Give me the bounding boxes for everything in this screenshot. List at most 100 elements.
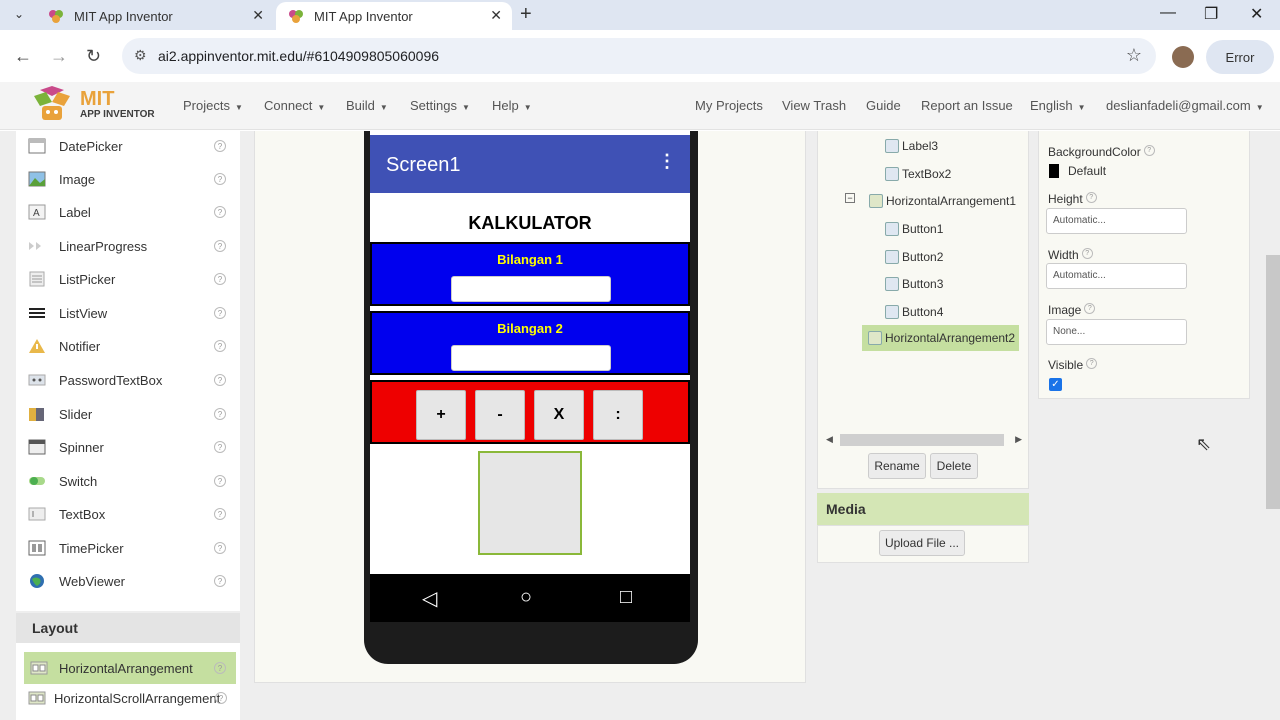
language-menu[interactable]: English ▼ [1030, 98, 1086, 113]
bilangan-1-textbox[interactable] [451, 276, 611, 302]
palette-item-listview[interactable]: ListView ? [16, 298, 240, 328]
palette-item-datepicker[interactable]: DatePicker ? [16, 131, 240, 161]
profile-avatar[interactable] [1172, 46, 1194, 68]
bookmark-star-icon[interactable]: ☆ [1126, 45, 1142, 66]
overflow-menu-icon[interactable]: ⋮ [658, 151, 676, 172]
divide-button[interactable]: : [593, 390, 643, 440]
scroll-right-icon[interactable]: ▶ [1015, 434, 1022, 445]
reload-icon[interactable]: ↻ [86, 46, 101, 67]
restore-icon[interactable]: ❐ [1204, 4, 1218, 24]
rename-button[interactable]: Rename [868, 453, 926, 479]
menu-projects[interactable]: Projects ▼ [183, 98, 243, 113]
palette-item-spinner[interactable]: Spinner ? [16, 432, 240, 462]
tree-node-textbox2[interactable]: TextBox2 [885, 163, 955, 185]
help-icon[interactable]: ? [214, 662, 226, 674]
help-icon[interactable]: ? [214, 240, 226, 252]
menu-build[interactable]: Build ▼ [346, 98, 388, 113]
scroll-left-icon[interactable]: ◀ [826, 434, 833, 445]
tree-node-button1[interactable]: Button1 [885, 218, 947, 240]
visible-checkbox[interactable]: ✓ [1049, 378, 1062, 391]
palette-item-label[interactable]: A Label ? [16, 197, 240, 227]
help-icon[interactable]: ? [214, 508, 226, 520]
account-menu[interactable]: deslianfadeli@gmail.com ▼ [1106, 98, 1264, 113]
address-bar[interactable]: ⚙ ai2.appinventor.mit.edu/#6104909805060… [122, 38, 1156, 74]
height-field[interactable]: Automatic... [1046, 208, 1187, 234]
link-guide[interactable]: Guide [866, 98, 901, 113]
tree-node-label3[interactable]: Label3 [885, 135, 942, 157]
page-vertical-scrollbar[interactable] [1266, 255, 1280, 509]
menu-help[interactable]: Help ▼ [492, 98, 532, 113]
help-icon[interactable]: ? [214, 273, 226, 285]
help-icon[interactable]: ? [1086, 358, 1098, 369]
plus-button[interactable]: + [416, 390, 466, 440]
help-icon[interactable]: ? [214, 441, 226, 453]
close-window-icon[interactable]: ✕ [1250, 4, 1263, 24]
error-button[interactable]: Error [1206, 40, 1274, 74]
help-icon[interactable]: ? [214, 475, 226, 487]
link-my-projects[interactable]: My Projects [695, 98, 763, 113]
heading-label[interactable]: KALKULATOR [370, 213, 690, 234]
help-icon[interactable]: ? [1085, 192, 1097, 203]
tab-search-button[interactable]: ⌄ [6, 3, 32, 25]
layout-category-header[interactable]: Layout [16, 613, 240, 643]
tree-node-button4[interactable]: Button4 [885, 301, 947, 323]
help-icon[interactable]: ? [214, 206, 226, 218]
collapse-icon[interactable]: − [845, 193, 855, 203]
palette-item-switch[interactable]: Switch ? [16, 466, 240, 496]
palette-item-textbox[interactable]: TextBox ? [16, 499, 240, 529]
image-field[interactable]: None... [1046, 319, 1187, 345]
palette-item-timepicker[interactable]: TimePicker ? [16, 533, 240, 563]
property-backgroundcolor-value[interactable]: Default [1068, 164, 1106, 178]
forward-icon[interactable]: → [50, 46, 68, 67]
help-icon[interactable]: ? [214, 374, 226, 386]
palette-item-listpicker[interactable]: ListPicker ? [16, 264, 240, 294]
new-tab-icon[interactable]: + [520, 3, 532, 26]
link-report-issue[interactable]: Report an Issue [921, 98, 1013, 113]
browser-tab-1[interactable]: MIT App Inventor ✕ [36, 2, 274, 30]
tree-node-button2[interactable]: Button2 [885, 246, 947, 268]
multiply-button[interactable]: X [534, 390, 584, 440]
back-icon[interactable]: ← [14, 46, 32, 67]
palette-item-webviewer[interactable]: WebViewer ? [16, 566, 240, 596]
close-tab-icon[interactable]: ✕ [252, 7, 264, 24]
help-icon[interactable]: ? [1143, 145, 1155, 156]
upload-file-button[interactable]: Upload File ... [879, 530, 965, 556]
help-icon[interactable]: ? [214, 340, 226, 352]
tree-node-button3[interactable]: Button3 [885, 273, 947, 295]
menu-settings[interactable]: Settings ▼ [410, 98, 470, 113]
palette-item-slider[interactable]: Slider ? [16, 399, 240, 429]
palette-item-horizontalarrangement[interactable]: HorizontalArrangement ? [24, 652, 236, 684]
delete-button[interactable]: Delete [930, 453, 978, 479]
tree-node-horizontalarrangement1[interactable]: HorizontalArrangement1 [869, 190, 1020, 212]
menu-connect[interactable]: Connect ▼ [264, 98, 325, 113]
palette-item-passwordtextbox[interactable]: PasswordTextBox ? [16, 365, 240, 395]
help-icon[interactable]: ? [1081, 248, 1093, 259]
bilangan-1-label[interactable]: Bilangan 1 [372, 252, 688, 267]
bilangan-2-textbox[interactable] [451, 345, 611, 371]
help-icon[interactable]: ? [214, 307, 226, 319]
help-icon[interactable]: ? [214, 140, 226, 152]
color-swatch[interactable] [1049, 164, 1059, 178]
url-text[interactable]: ai2.appinventor.mit.edu/#610490980506009… [158, 48, 439, 64]
browser-tab-2[interactable]: MIT App Inventor ✕ [276, 2, 512, 30]
minus-button[interactable]: - [475, 390, 525, 440]
palette-item-linearprogress[interactable]: LinearProgress ? [16, 231, 240, 261]
width-field[interactable]: Automatic... [1046, 263, 1187, 289]
help-icon[interactable]: ? [214, 173, 226, 185]
app-inventor-logo-icon[interactable] [30, 86, 74, 124]
palette-item-image[interactable]: Image ? [16, 164, 240, 194]
vertical-arrangement-2[interactable]: Bilangan 2 [370, 311, 690, 375]
help-icon[interactable]: ? [214, 575, 226, 587]
link-view-trash[interactable]: View Trash [782, 98, 846, 113]
screen-title-bar[interactable]: Screen1 ⋮ [370, 135, 690, 193]
horizontal-arrangement-2[interactable] [478, 451, 582, 555]
close-tab-icon[interactable]: ✕ [490, 7, 502, 24]
help-icon[interactable]: ? [1084, 303, 1096, 314]
tree-horizontal-scrollbar[interactable]: ◀ ▶ [826, 434, 1022, 446]
palette-item-horizontalscrollarrangement[interactable]: HorizontalScrollArrangement ? [16, 683, 240, 713]
tree-node-horizontalarrangement2[interactable]: HorizontalArrangement2 [862, 325, 1020, 351]
site-info-icon[interactable]: ⚙ [134, 47, 147, 64]
palette-item-notifier[interactable]: Notifier ? [16, 331, 240, 361]
vertical-arrangement-1[interactable]: Bilangan 1 [370, 242, 690, 306]
help-icon[interactable]: ? [214, 408, 226, 420]
